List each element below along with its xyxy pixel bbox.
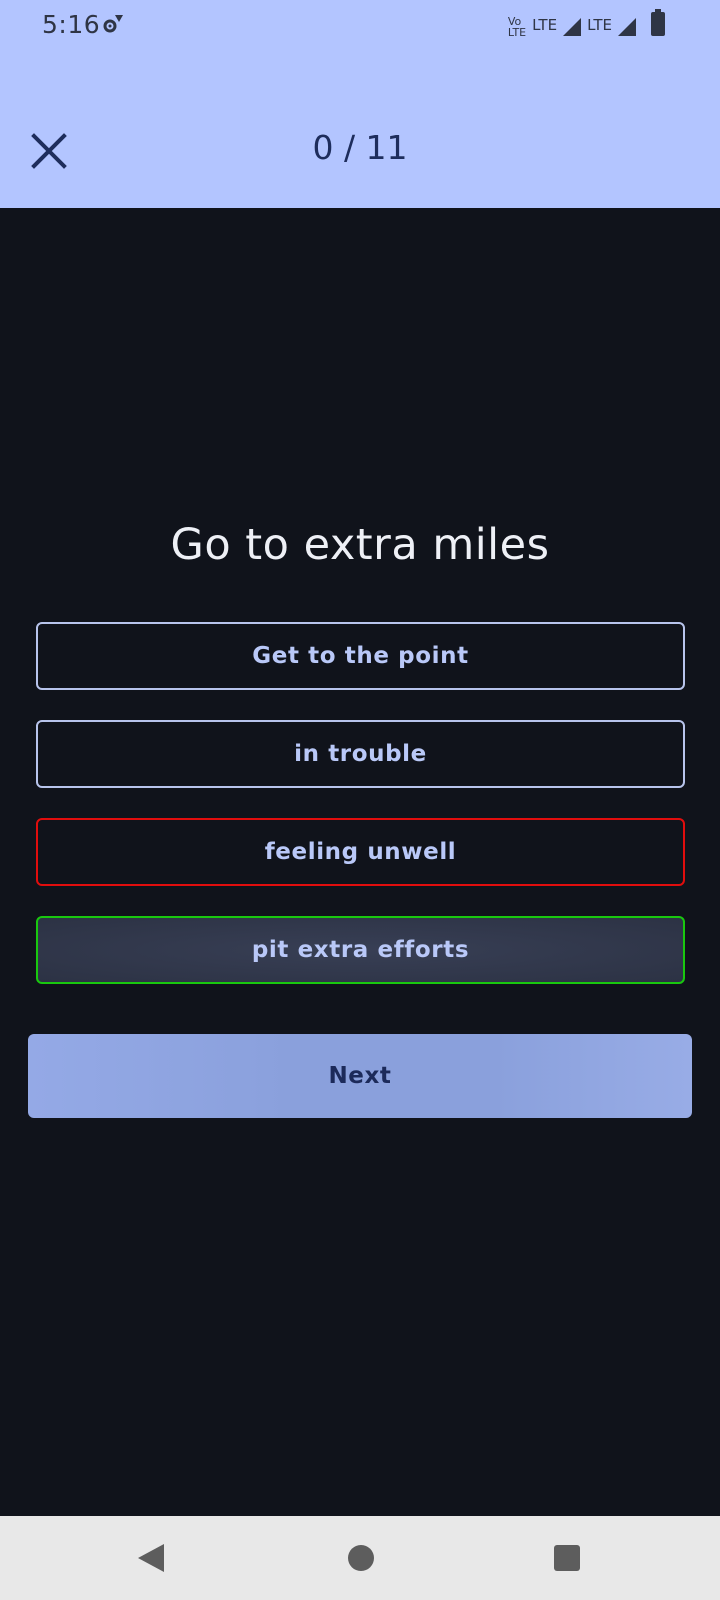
recents-icon[interactable] (554, 1545, 580, 1571)
status-time: 5:16 (42, 10, 101, 39)
signal-icon (563, 18, 582, 36)
settings-gear-icon (103, 15, 123, 33)
answer-option-correct[interactable]: pit extra efforts (36, 916, 685, 984)
system-nav-bar (0, 1516, 720, 1600)
battery-icon (651, 9, 665, 36)
network-type-1: LTE (532, 16, 558, 34)
header-bar: 5:16 Vo LTE LTE LTE 0 / 11 (0, 0, 720, 208)
signal-icon (618, 18, 636, 36)
volte-bottom: LTE (507, 26, 527, 39)
progress-counter: 0 / 11 (312, 128, 408, 167)
question-text: Go to extra miles (170, 520, 550, 570)
answer-option-wrong[interactable]: feeling unwell (36, 818, 685, 886)
signal-group: Vo LTE LTE LTE (508, 10, 672, 38)
home-icon[interactable] (348, 1545, 374, 1571)
status-bar: 5:16 Vo LTE LTE LTE (0, 0, 720, 48)
back-icon[interactable] (136, 1542, 166, 1574)
answer-option[interactable]: Get to the point (36, 622, 685, 690)
next-button[interactable]: Next (28, 1034, 692, 1118)
network-type-2: LTE (587, 16, 612, 34)
volte-indicator: Vo LTE (508, 16, 526, 38)
answer-option[interactable]: in trouble (36, 720, 685, 788)
